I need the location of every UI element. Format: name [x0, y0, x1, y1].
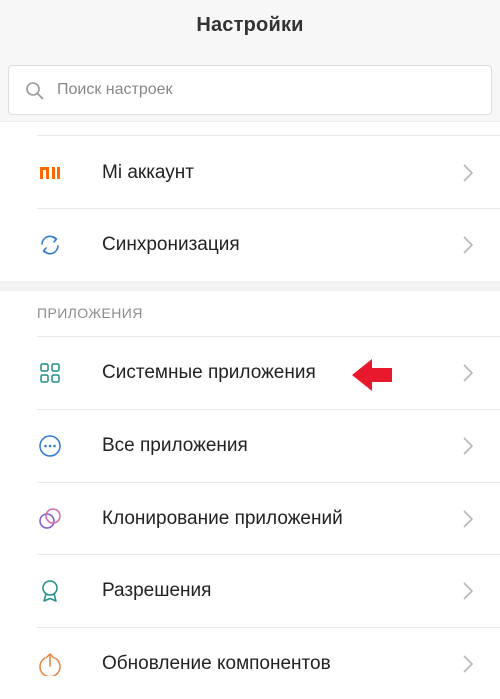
red-arrow-icon [352, 359, 392, 391]
settings-item-permissions[interactable]: Разрешения [0, 555, 500, 627]
search-input[interactable] [57, 66, 477, 114]
chevron-right-icon [463, 655, 474, 673]
settings-item-label: Системные приложения [102, 362, 316, 383]
chevron-right-icon [463, 236, 474, 254]
chevron-right-icon [463, 582, 474, 600]
top-bar: Настройки [0, 0, 500, 122]
ribbon-badge-icon [42, 580, 58, 602]
chevron-right-icon [463, 164, 474, 182]
upload-arrow-icon [39, 653, 61, 676]
settings-item-label: Обновление компонентов [102, 653, 331, 674]
settings-item-mi-account[interactable]: Mi аккаунт [0, 137, 500, 209]
page-title: Настройки [196, 14, 304, 36]
chevron-right-icon [463, 437, 474, 455]
settings-item-component-updates[interactable]: Обновление компонентов [0, 628, 500, 699]
divider [37, 135, 500, 136]
settings-item-sync[interactable]: Синхронизация [0, 209, 500, 281]
more-dots-icon [39, 435, 61, 457]
mi-logo-icon [40, 167, 60, 179]
sync-icon [41, 235, 59, 255]
settings-item-dual-apps[interactable]: Клонирование приложений [0, 483, 500, 555]
search-box[interactable] [8, 65, 492, 115]
section-header-apps: ПРИЛОЖЕНИЯ [37, 305, 143, 321]
settings-item-label: Клонирование приложений [102, 508, 343, 529]
search-icon [26, 82, 44, 100]
chevron-right-icon [463, 364, 474, 382]
settings-screen: Настройки Mi аккаунт Синхр [0, 0, 500, 699]
chevron-right-icon [463, 510, 474, 528]
settings-item-all-apps[interactable]: Все приложения [0, 410, 500, 482]
settings-item-label: Mi аккаунт [102, 162, 194, 183]
settings-item-system-apps[interactable]: Системные приложения [0, 337, 500, 409]
settings-item-label: Синхронизация [102, 234, 240, 255]
dual-circles-icon [39, 508, 61, 529]
section-gap [0, 281, 500, 291]
grid-apps-icon [40, 363, 60, 383]
settings-item-label: Все приложения [102, 435, 248, 456]
settings-item-label: Разрешения [102, 580, 212, 601]
